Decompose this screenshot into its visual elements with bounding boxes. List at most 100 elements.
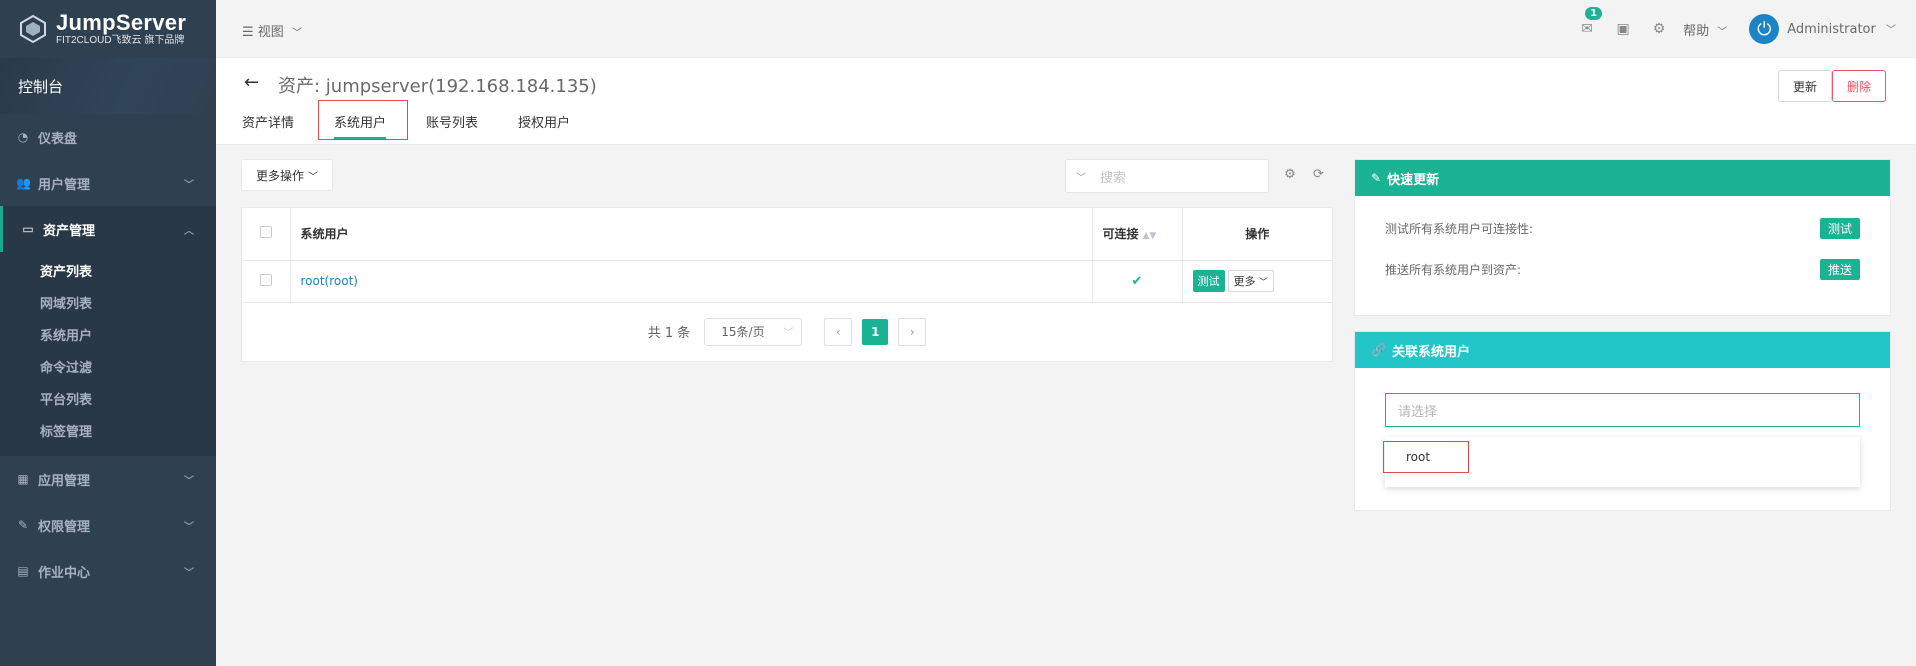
sidebar-item-users[interactable]: 👥 用户管理 ﹀ xyxy=(0,160,216,206)
search-input[interactable]: ﹀ 搜索 xyxy=(1065,159,1269,193)
help-menu[interactable]: 帮助 ﹀ xyxy=(1683,20,1727,39)
delete-button[interactable]: 删除 xyxy=(1831,70,1886,102)
quick-update-title: 快速更新 xyxy=(1387,172,1440,188)
column-header-connectable[interactable]: 可连接 ▲▼ xyxy=(1092,208,1183,261)
view-menu[interactable]: ☰ 视图 ﹀ xyxy=(242,21,302,40)
gear-icon[interactable]: ⚙ xyxy=(1284,167,1296,182)
column-header-label: 可连接 xyxy=(1102,227,1139,242)
chevron-down-icon: ﹀ xyxy=(1717,26,1728,38)
test-connectivity-row: 测试所有系统用户可连接性: 测试 xyxy=(1355,208,1890,249)
chevron-down-icon: ﹀ xyxy=(1886,25,1896,36)
update-button[interactable]: 更新 xyxy=(1777,70,1832,102)
sidebar-item-label: 权限管理 xyxy=(38,519,91,535)
next-page-button[interactable]: › xyxy=(898,317,927,346)
brand-title: JumpServer xyxy=(56,10,187,35)
tab-bar: 资产详情 系统用户 账号列表 授权用户 xyxy=(242,100,610,140)
submenu-command-filter[interactable]: 命令过滤 xyxy=(0,350,216,382)
sidebar-item-assets[interactable]: ▭ 资产管理 ︿ xyxy=(0,206,216,252)
sidebar-item-label: 作业中心 xyxy=(38,565,91,581)
console-link[interactable]: 控制台 xyxy=(0,58,216,114)
sidebar-item-jobs[interactable]: ▤ 作业中心 ﹀ xyxy=(0,548,216,594)
edit-icon: ✎ xyxy=(17,518,29,532)
relate-system-user-title: 关联系统用户 xyxy=(1391,344,1470,360)
system-user-link[interactable]: root(root) xyxy=(301,274,358,288)
page-size-value: 15条/页 xyxy=(721,325,765,339)
pagination: 共 1 条 15条/页 ﹀ ‹ 1 › xyxy=(242,303,1332,361)
submenu-label-management[interactable]: 标签管理 xyxy=(0,414,216,446)
web-terminal-button[interactable]: ▣ xyxy=(1605,21,1641,37)
user-menu[interactable]: Administrator ﹀ xyxy=(1787,21,1896,37)
page-number-current[interactable]: 1 xyxy=(862,318,889,345)
view-menu-label: 视图 xyxy=(257,25,284,40)
dropdown-option-root[interactable]: root xyxy=(1383,441,1469,473)
chevron-down-icon: ﹀ xyxy=(291,28,302,39)
edit-icon: ✎ xyxy=(1371,171,1382,185)
tab-system-users[interactable]: 系统用户 xyxy=(334,116,387,139)
chevron-down-icon: ﹀ xyxy=(783,328,794,339)
quick-update-header: ✎ 快速更新 xyxy=(1355,160,1890,196)
chevron-right-icon: › xyxy=(909,324,915,339)
quick-update-panel: ✎ 快速更新 测试所有系统用户可连接性: 测试 推送所有系统用户到资产: 推送 xyxy=(1354,159,1891,316)
sidebar-item-label: 仪表盘 xyxy=(38,131,78,147)
tab-account-list[interactable]: 账号列表 xyxy=(426,112,478,137)
select-placeholder: 请选择 xyxy=(1398,404,1438,420)
hamburger-icon: ☰ xyxy=(242,25,254,40)
jumpserver-logo-icon xyxy=(20,14,46,44)
brand-subtitle: FIT2CLOUD飞致云 旗下品牌 xyxy=(56,35,185,46)
page-header: ← 资产: jumpserver(192.168.184.135) 资产详情 系… xyxy=(216,58,1916,145)
sort-icon[interactable]: ▲▼ xyxy=(1143,231,1157,241)
system-user-select[interactable]: 请选择 xyxy=(1385,393,1860,427)
tab-asset-detail[interactable]: 资产详情 xyxy=(242,112,294,137)
chevron-up-icon: ︿ xyxy=(184,225,194,237)
total-count: 共 1 条 xyxy=(647,326,691,341)
connectable-check-icon: ✔ xyxy=(1092,260,1183,303)
avatar[interactable]: ⏻ xyxy=(1749,14,1780,44)
brand-logo[interactable]: JumpServer FIT2CLOUD飞致云 旗下品牌 xyxy=(0,0,216,58)
gear-icon: ⚙ xyxy=(1652,21,1666,37)
sidebar-item-applications[interactable]: ▦ 应用管理 ﹀ xyxy=(0,456,216,502)
test-connectivity-label: 测试所有系统用户可连接性: xyxy=(1385,222,1534,236)
chevron-down-icon: ﹀ xyxy=(184,567,194,579)
page-size-select[interactable]: 15条/页 ﹀ xyxy=(704,317,803,346)
terminal-icon: ▤ xyxy=(17,564,29,578)
column-header-system-user: 系统用户 xyxy=(290,208,1093,261)
tab-authorized-users[interactable]: 授权用户 xyxy=(518,112,570,137)
select-all-cell[interactable] xyxy=(242,208,291,261)
more-button[interactable]: 更多 ﹀ xyxy=(1227,270,1275,292)
sidebar-item-permissions[interactable]: ✎ 权限管理 ﹀ xyxy=(0,502,216,548)
mail-button[interactable]: ✉ 1 xyxy=(1569,7,1605,37)
more-actions-dropdown[interactable]: 更多操作 ﹀ xyxy=(241,159,334,191)
test-all-button[interactable]: 测试 xyxy=(1819,218,1860,239)
submenu-platform-list[interactable]: 平台列表 xyxy=(0,382,216,414)
inbox-icon: ▭ xyxy=(22,222,34,236)
back-arrow-icon[interactable]: ← xyxy=(244,72,259,93)
row-select-cell[interactable] xyxy=(242,260,291,303)
grid-icon: ▦ xyxy=(17,472,29,486)
sidebar-item-dashboard[interactable]: ◔ 仪表盘 xyxy=(0,114,216,160)
chevron-down-icon: ﹀ xyxy=(308,171,319,183)
sidebar-item-label: 应用管理 xyxy=(38,473,91,489)
relate-system-user-header: 🔗 关联系统用户 xyxy=(1355,332,1890,368)
sidebar: JumpServer FIT2CLOUD飞致云 旗下品牌 控制台 ◔ 仪表盘 👥… xyxy=(0,0,216,666)
settings-button[interactable]: ⚙ xyxy=(1641,21,1677,37)
push-button[interactable]: 推送 xyxy=(1819,259,1860,280)
table-toolbar: 更多操作 ﹀ ﹀ 搜索 ⚙ ⟳ xyxy=(241,159,1333,193)
mail-icon: ✉ xyxy=(1581,21,1593,37)
row-checkbox[interactable] xyxy=(259,273,272,286)
users-icon: 👥 xyxy=(16,176,31,190)
power-icon: ⏻ xyxy=(1757,18,1772,40)
chevron-left-icon: ‹ xyxy=(835,324,841,339)
refresh-icon[interactable]: ⟳ xyxy=(1313,167,1324,182)
test-button[interactable]: 测试 xyxy=(1192,270,1225,292)
sidebar-item-label: 用户管理 xyxy=(38,177,91,193)
select-all-checkbox[interactable] xyxy=(259,226,272,239)
chevron-down-icon: ﹀ xyxy=(1076,172,1086,184)
submenu-domain-list[interactable]: 网域列表 xyxy=(0,286,216,318)
chevron-down-icon: ﹀ xyxy=(184,475,194,487)
help-label: 帮助 xyxy=(1683,23,1710,39)
mail-count-badge: 1 xyxy=(1585,7,1603,20)
column-header-actions: 操作 xyxy=(1182,208,1332,261)
submenu-system-user[interactable]: 系统用户 xyxy=(0,318,216,350)
prev-page-button[interactable]: ‹ xyxy=(824,317,853,346)
submenu-asset-list[interactable]: 资产列表 xyxy=(0,254,216,286)
